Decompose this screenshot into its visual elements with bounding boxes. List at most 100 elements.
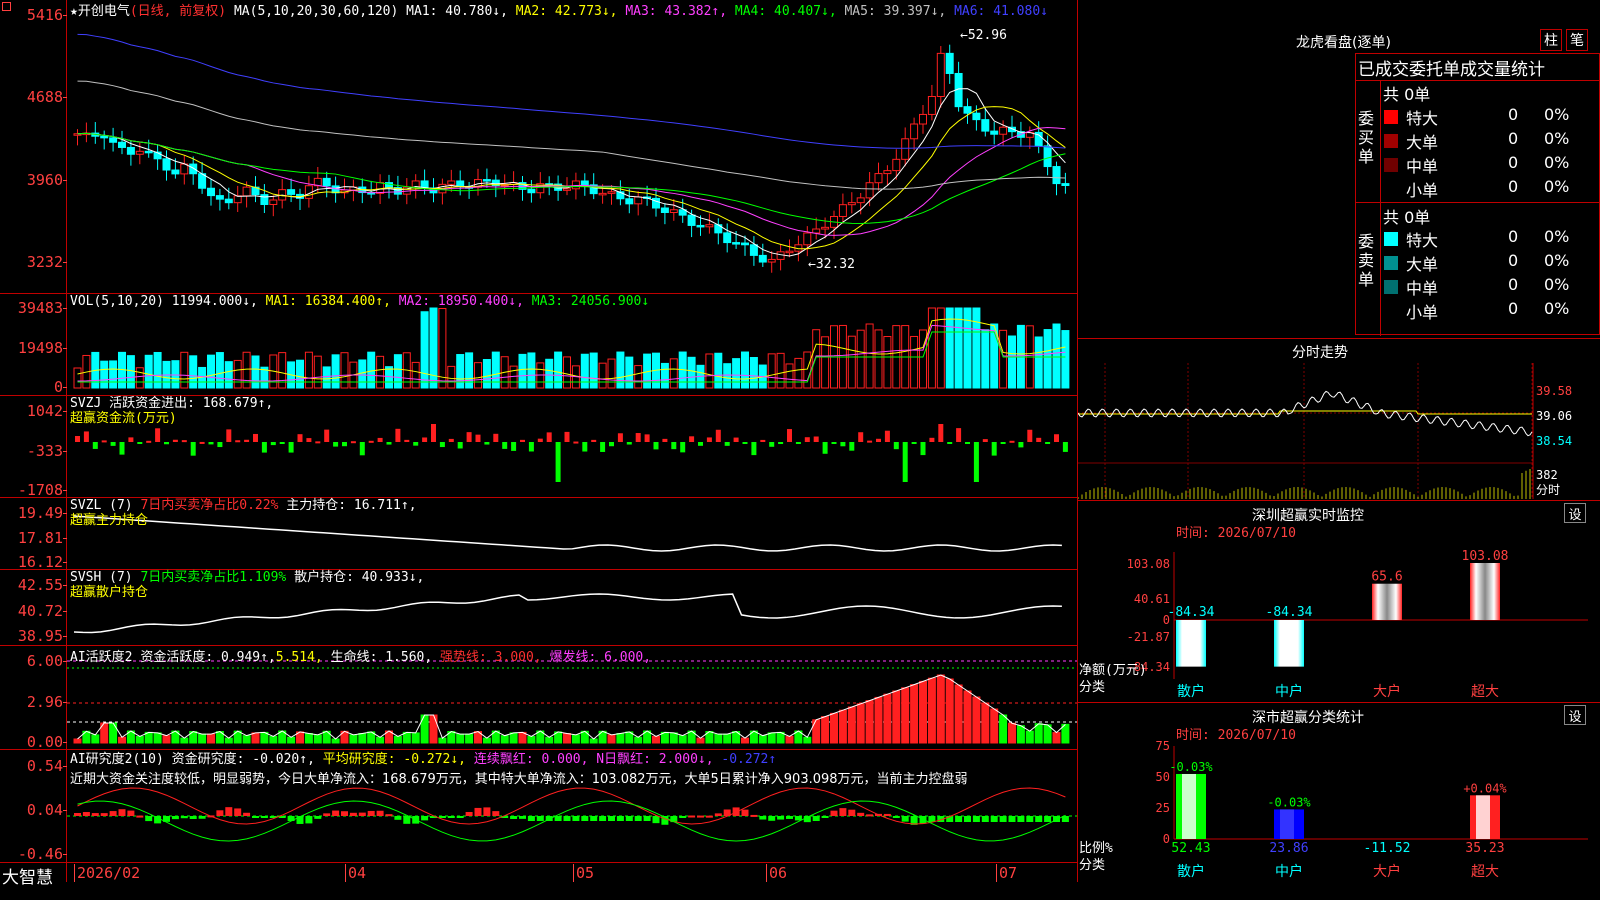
row-pct: 0% bbox=[1544, 153, 1570, 172]
period-mode[interactable]: (日线, 前复权) bbox=[130, 4, 226, 19]
flow-bar bbox=[840, 442, 846, 447]
flow-bar bbox=[270, 442, 276, 446]
research-bar bbox=[812, 816, 820, 821]
research-bar bbox=[74, 813, 81, 816]
research-bar bbox=[634, 816, 642, 821]
candle bbox=[883, 170, 892, 175]
flow-bar bbox=[92, 442, 98, 449]
fl-tick: 25 bbox=[1156, 801, 1170, 815]
flow-bar bbox=[555, 442, 561, 482]
candlestick-chart[interactable]: ←52.96 ←32.32 bbox=[0, 0, 1077, 293]
row-count: 0 bbox=[1508, 177, 1519, 196]
fl-cat: 超大 bbox=[1471, 864, 1499, 880]
fenshi-tick: 38.54 bbox=[1536, 434, 1572, 448]
flow-bar bbox=[466, 432, 472, 442]
research-bar bbox=[928, 816, 936, 822]
sz-cat: 大户 bbox=[1373, 683, 1401, 700]
activity-bar bbox=[910, 684, 919, 744]
research-bar bbox=[883, 813, 891, 816]
research-bar bbox=[171, 816, 179, 820]
svzl-tick: 17.81 bbox=[17, 529, 63, 547]
flow-bar bbox=[1045, 442, 1051, 444]
volume-bar bbox=[865, 323, 874, 389]
flow-bar bbox=[1062, 442, 1068, 452]
activity-bar bbox=[874, 696, 883, 744]
volume-bar bbox=[580, 353, 589, 389]
research-bar bbox=[679, 816, 687, 818]
tab-bar-chart[interactable]: 柱 bbox=[1540, 29, 1562, 51]
row-pct: 0% bbox=[1544, 177, 1570, 196]
flow-bar bbox=[644, 434, 650, 442]
volume-bar bbox=[420, 311, 429, 389]
row-pct: 0% bbox=[1544, 299, 1570, 318]
sz-tick: 40.61 bbox=[1134, 592, 1170, 606]
candle bbox=[171, 169, 180, 175]
stock-name[interactable]: ★开创电气 bbox=[70, 4, 130, 19]
svsh-legend: SVSH (7) 7日内买卖净占比1.109% 散户持仓: 40.933↓, 超… bbox=[70, 570, 425, 600]
volume-bar bbox=[856, 329, 865, 389]
research-bar bbox=[590, 816, 598, 821]
candle bbox=[260, 194, 269, 205]
flow-bar bbox=[146, 440, 152, 443]
flow-bar bbox=[671, 442, 677, 450]
research-bar bbox=[447, 816, 455, 818]
activity-bar bbox=[972, 696, 981, 744]
flow-bar bbox=[1036, 437, 1042, 442]
flow-bar bbox=[324, 429, 330, 442]
research-bar bbox=[616, 816, 624, 821]
research-bar bbox=[1017, 816, 1025, 822]
volume-bar bbox=[135, 367, 144, 389]
research-bar bbox=[492, 811, 500, 816]
flow-bar bbox=[795, 442, 801, 444]
sz-monitor-chart[interactable]: 时间: 2026/07/10103.0840.610-21.87-84.34-8… bbox=[1078, 524, 1600, 702]
activity-bar bbox=[1008, 722, 1016, 744]
flow-bar bbox=[128, 437, 134, 442]
research-bar bbox=[519, 816, 526, 819]
activity-bar bbox=[207, 733, 215, 744]
flow-bar bbox=[787, 429, 792, 442]
chart-area[interactable]: ←52.96 ←32.32 ★开创电气(日线, 前复权) MA(5,10,20,3… bbox=[0, 0, 1078, 888]
research-bar bbox=[127, 810, 135, 816]
fl-tick: 75 bbox=[1156, 739, 1170, 753]
legend-swatch bbox=[1384, 232, 1398, 246]
research-bar bbox=[1044, 816, 1052, 822]
candle bbox=[109, 137, 118, 143]
activity-bar bbox=[1016, 725, 1025, 744]
research-bar bbox=[714, 813, 722, 816]
fl-bar-top: -0.03% bbox=[1267, 795, 1311, 809]
research-bar bbox=[554, 816, 562, 821]
flow-bar bbox=[75, 436, 80, 442]
volume-bar bbox=[144, 354, 153, 389]
svzj-tick: -1708 bbox=[17, 481, 63, 499]
activity-bar bbox=[563, 733, 571, 744]
intraday-chart[interactable]: 39.58 39.06 38.54 382分时 bbox=[1078, 363, 1600, 500]
fl-bar-value: 35.23 bbox=[1465, 841, 1504, 856]
candle bbox=[767, 258, 776, 263]
activity-bar bbox=[847, 706, 856, 744]
tab-tick[interactable]: 笔 bbox=[1566, 29, 1588, 51]
volume-chart[interactable] bbox=[0, 294, 1077, 395]
sz-time: 时间: 2026/07/10 bbox=[1176, 526, 1296, 541]
flow-bar bbox=[172, 439, 178, 442]
research-bar bbox=[323, 813, 331, 816]
fl-bar-top: -0.03% bbox=[1169, 760, 1213, 774]
research-bar bbox=[358, 812, 366, 816]
activity-bar bbox=[927, 677, 936, 744]
fenshi-tick: 39.06 bbox=[1536, 409, 1572, 423]
row-name: 特大 bbox=[1406, 109, 1439, 128]
candle bbox=[287, 189, 296, 195]
flow-bar bbox=[226, 429, 232, 442]
volume-bar bbox=[278, 352, 287, 389]
research-bar bbox=[643, 816, 651, 821]
volume-bar bbox=[874, 329, 883, 389]
sz-settings-button[interactable]: 设 bbox=[1564, 503, 1586, 523]
research-bar bbox=[118, 809, 126, 816]
vol-legend: VOL(5,10,20) 11994.000↓, MA1: 16384.400↑… bbox=[70, 294, 650, 309]
table-title: 已成交委托单成交量统计 bbox=[1358, 60, 1545, 80]
fl-settings-button[interactable]: 设 bbox=[1564, 705, 1586, 725]
flow-bar bbox=[244, 439, 250, 442]
flow-bar bbox=[724, 442, 730, 446]
volume-bar bbox=[171, 360, 180, 389]
activity-bar bbox=[251, 732, 260, 744]
category-chart[interactable]: 时间: 2026/07/10 75 50 25 0 -0.03% 52.43 散户 -0.03%… bbox=[1078, 726, 1600, 900]
